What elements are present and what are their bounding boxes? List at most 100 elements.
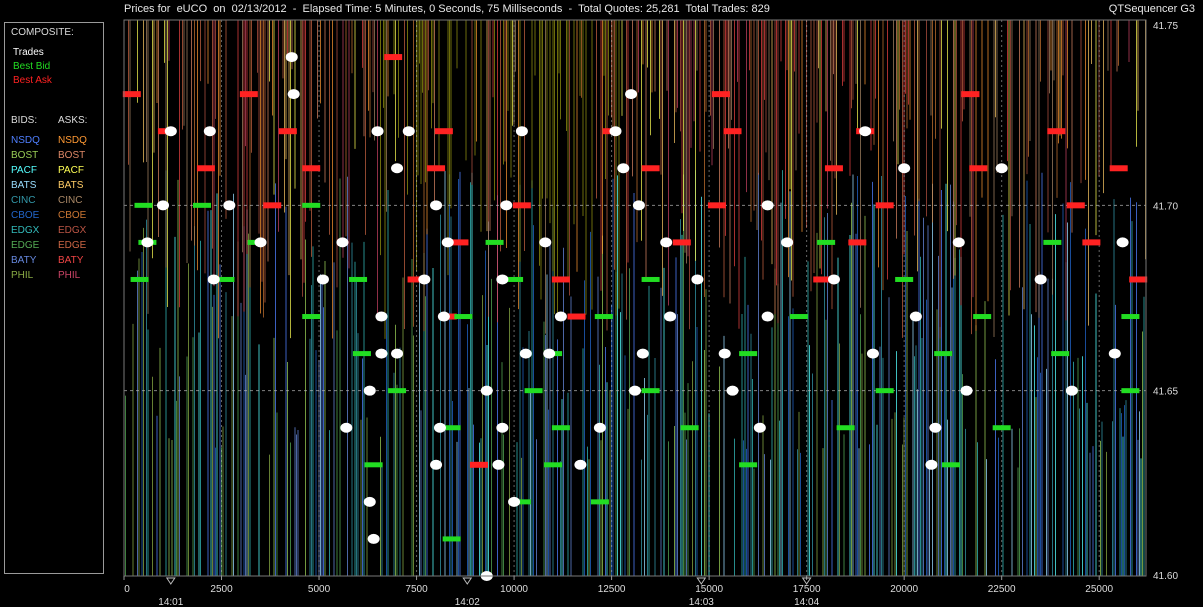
- trade-point: [761, 200, 774, 211]
- best-ask-mark: [711, 91, 730, 98]
- best-bid-mark: [130, 276, 149, 282]
- best-ask-mark: [723, 128, 742, 135]
- best-bid-mark: [134, 202, 153, 208]
- best-bid-mark: [895, 276, 914, 282]
- best-ask-mark: [961, 91, 980, 98]
- time-marker-label: 14:02: [455, 597, 480, 607]
- best-ask-mark: [1066, 202, 1085, 209]
- trade-point: [223, 200, 236, 211]
- trade-point: [207, 274, 220, 285]
- trade-point: [402, 126, 415, 137]
- best-ask-mark: [1047, 128, 1066, 135]
- best-bid-mark: [739, 462, 758, 468]
- best-bid-mark: [1121, 314, 1140, 320]
- trade-point: [1065, 385, 1078, 396]
- best-ask-mark: [551, 276, 570, 283]
- best-bid-mark: [302, 314, 321, 320]
- best-bid-mark: [1051, 351, 1070, 357]
- best-bid-mark: [789, 314, 808, 320]
- best-ask-mark: [824, 165, 843, 172]
- best-ask-mark: [875, 202, 894, 209]
- best-ask-mark: [263, 202, 282, 209]
- best-ask-mark: [427, 165, 446, 172]
- trade-point: [995, 163, 1008, 174]
- best-ask-mark: [384, 54, 403, 61]
- best-bid-mark: [364, 462, 383, 468]
- y-tick-label: 41.75: [1153, 21, 1178, 32]
- best-bid-mark: [1043, 239, 1062, 245]
- trade-point: [539, 237, 552, 248]
- best-bid-mark: [1121, 388, 1140, 394]
- trade-point: [629, 385, 641, 396]
- trade-point: [164, 126, 177, 137]
- best-bid-mark: [941, 462, 960, 468]
- best-ask-mark: [469, 461, 488, 468]
- trade-point: [203, 126, 216, 137]
- best-bid-mark: [302, 202, 321, 208]
- best-bid-mark: [524, 388, 543, 394]
- best-bid-mark: [594, 314, 613, 320]
- trade-point: [363, 496, 376, 507]
- trade-point: [909, 311, 922, 322]
- best-ask-mark: [969, 165, 988, 172]
- trade-point: [952, 237, 965, 248]
- trade-point: [391, 348, 404, 359]
- x-tick-label: 15000: [695, 584, 723, 595]
- best-bid-mark: [641, 388, 660, 394]
- best-bid-mark: [590, 499, 609, 505]
- trade-point: [1108, 348, 1121, 359]
- x-tick-label: 22500: [988, 584, 1016, 595]
- trade-point: [898, 163, 911, 174]
- trade-point: [441, 237, 454, 248]
- best-bid-mark: [817, 239, 836, 245]
- best-bid-mark: [442, 536, 461, 542]
- best-bid-mark: [544, 462, 563, 468]
- trade-point: [391, 163, 404, 174]
- trade-point: [375, 348, 388, 359]
- trade-point: [543, 348, 556, 359]
- time-marker-label: 14:01: [158, 597, 183, 607]
- trade-point: [496, 422, 509, 433]
- price-chart: 41.60 41.65 41.70 41.75 0 2500 5000 7500 10000 12…: [122, 19, 1178, 607]
- trade-point: [761, 311, 774, 322]
- trade-point: [632, 200, 645, 211]
- best-bid-mark: [680, 425, 699, 431]
- trade-point: [157, 200, 170, 211]
- trade-point: [617, 163, 630, 174]
- trade-point: [827, 274, 840, 285]
- trade-point: [609, 126, 622, 137]
- best-ask-mark: [512, 202, 531, 209]
- y-tick-label: 41.60: [1153, 571, 1178, 582]
- trade-point: [287, 89, 300, 100]
- trade-point: [492, 459, 505, 470]
- best-ask-mark: [567, 313, 586, 320]
- trade-point: [625, 89, 638, 100]
- trade-point: [960, 385, 973, 396]
- x-tick-label: 5000: [308, 584, 331, 595]
- best-ask-mark: [278, 128, 297, 135]
- trade-point: [664, 311, 677, 322]
- trade-point: [519, 348, 532, 359]
- trade-point: [574, 459, 587, 470]
- best-bid-mark: [352, 351, 371, 357]
- trade-point: [437, 311, 450, 322]
- trade-point: [340, 422, 353, 433]
- trade-point: [433, 422, 446, 433]
- trade-point: [929, 422, 942, 433]
- best-bid-mark: [349, 276, 368, 282]
- best-bid-mark: [934, 351, 953, 357]
- x-tick-label: 17500: [793, 584, 821, 595]
- best-ask-mark: [196, 165, 215, 172]
- time-marker-icon: [165, 577, 176, 585]
- best-bid-mark: [551, 425, 570, 431]
- trade-point: [363, 385, 376, 396]
- x-tick-label: 7500: [405, 584, 428, 595]
- trade-point: [866, 348, 879, 359]
- best-bid-mark: [973, 314, 992, 320]
- best-bid-mark: [454, 314, 473, 320]
- trade-point: [375, 311, 388, 322]
- trade-point: [1034, 274, 1047, 285]
- trade-point: [430, 459, 443, 470]
- trade-point: [753, 422, 766, 433]
- best-ask-mark: [1129, 276, 1148, 283]
